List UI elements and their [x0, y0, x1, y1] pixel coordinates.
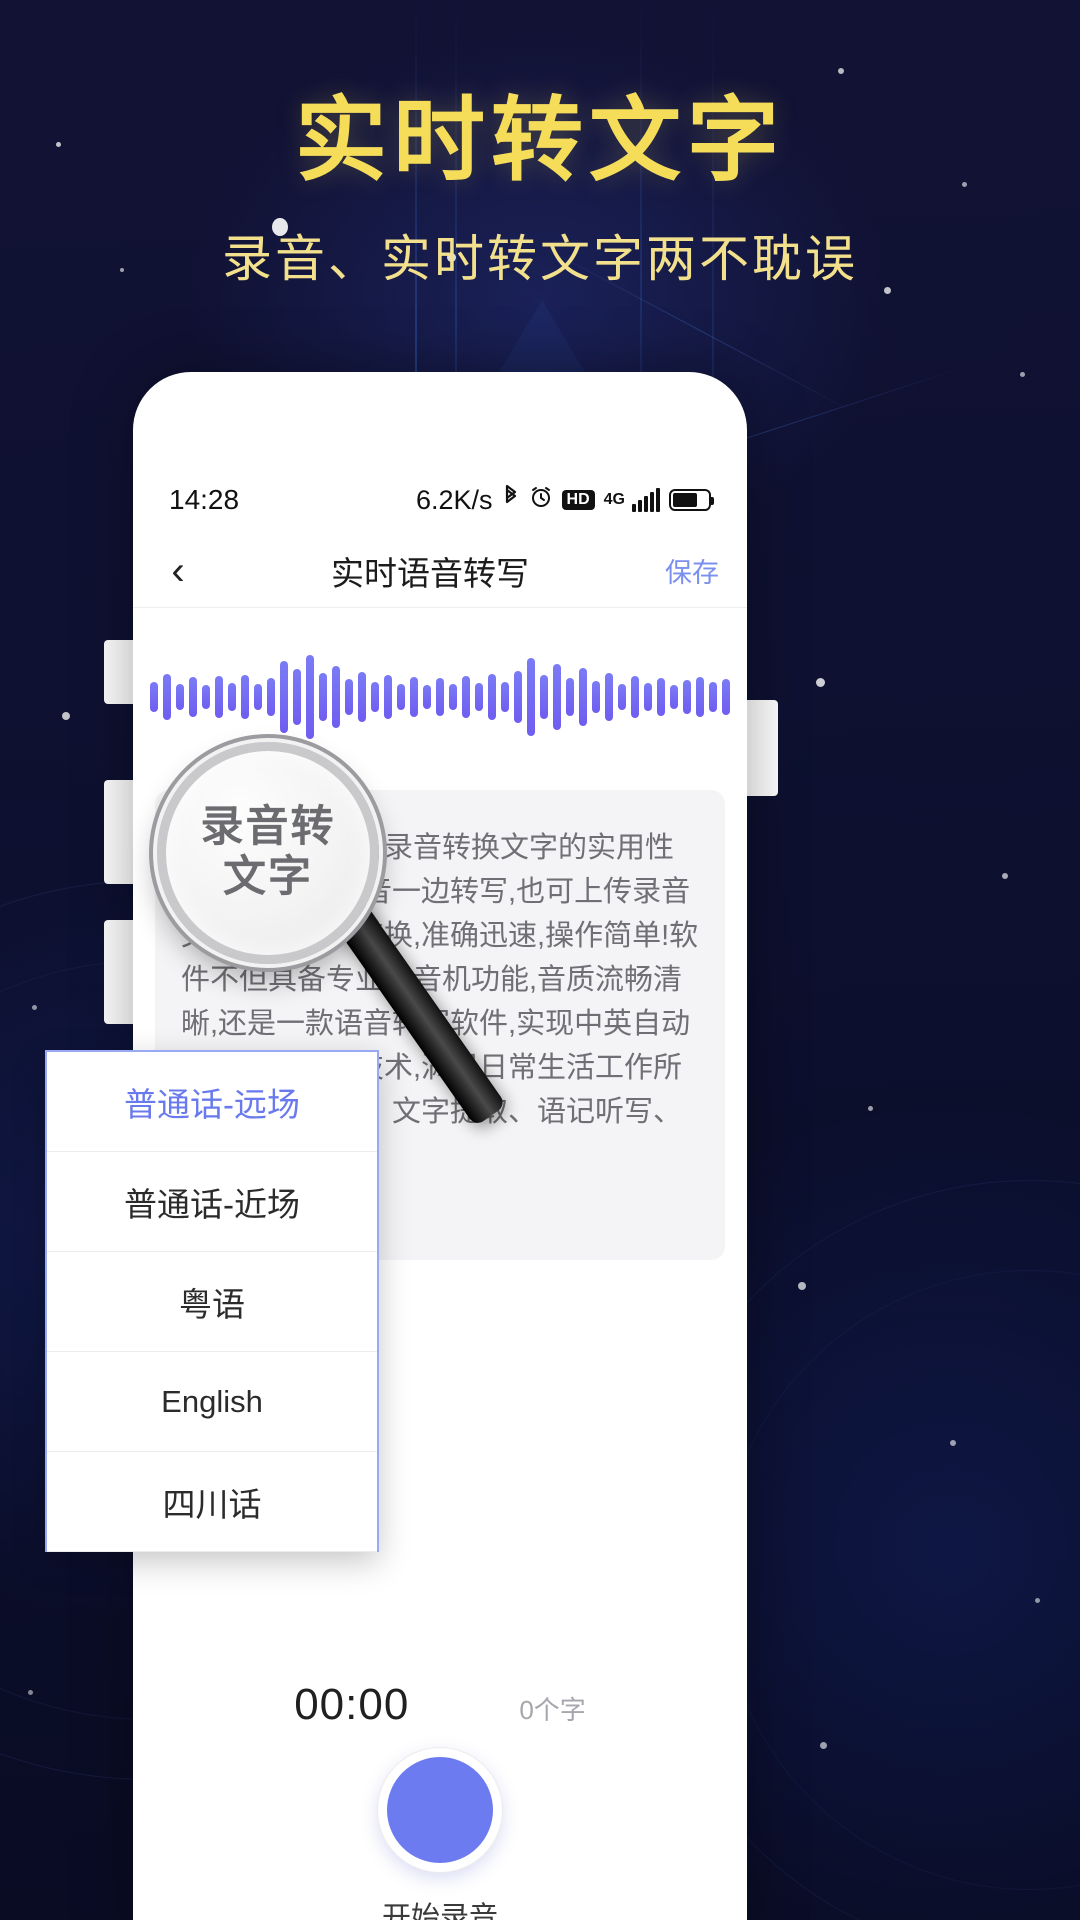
- waveform-bar: [462, 676, 470, 718]
- waveform-bar: [540, 675, 548, 719]
- hd-badge: HD: [561, 490, 595, 510]
- network-type-label: 4G: [603, 491, 625, 508]
- star: [1002, 873, 1008, 879]
- dropdown-item[interactable]: 粤语: [47, 1252, 377, 1352]
- screen-title: 实时语音转写: [331, 554, 529, 592]
- waveform-bar: [163, 674, 171, 720]
- record-button-label: 开始录音: [381, 1902, 498, 1920]
- waveform-bar: [189, 677, 197, 717]
- magnifier-label-line2: 文字: [223, 853, 313, 901]
- star: [62, 712, 70, 720]
- dropdown-item[interactable]: 普通话-远场: [47, 1052, 377, 1152]
- waveform-bar: [397, 684, 405, 710]
- dropdown-item[interactable]: 四川话: [47, 1452, 377, 1552]
- audio-waveform: [133, 642, 747, 752]
- magnifier-lens: 录音转 文字: [157, 742, 379, 964]
- waveform-bar: [254, 684, 262, 710]
- waveform-bar: [202, 685, 210, 709]
- waveform-bar: [618, 684, 626, 710]
- waveform-bar: [527, 658, 535, 736]
- timer-row: 00:00 0个字: [133, 1680, 747, 1730]
- waveform-bar: [475, 683, 483, 711]
- star: [32, 1005, 37, 1010]
- star: [28, 1690, 33, 1695]
- waveform-bar: [358, 672, 366, 722]
- star: [1035, 1598, 1040, 1603]
- signal-bars-icon: [632, 488, 660, 512]
- bluetooth-icon: [502, 484, 520, 517]
- waveform-bar: [579, 668, 587, 726]
- waveform-bar: [709, 682, 717, 712]
- waveform-bar: [722, 679, 730, 715]
- save-button[interactable]: 保存: [637, 551, 747, 590]
- waveform-bar: [436, 678, 444, 716]
- record-button[interactable]: [378, 1748, 502, 1872]
- waveform-bar: [657, 678, 665, 716]
- waveform-bar: [306, 655, 314, 739]
- waveform-bar: [501, 682, 509, 712]
- star: [1020, 372, 1025, 377]
- waveform-bar: [332, 666, 340, 728]
- battery-icon: [669, 489, 714, 511]
- waveform-bar: [670, 685, 678, 709]
- waveform-bar: [228, 683, 236, 711]
- waveform-bar: [449, 684, 457, 710]
- star: [798, 1282, 806, 1290]
- waveform-bar: [267, 678, 275, 716]
- magnifier-label: 录音转 文字: [201, 803, 336, 903]
- waveform-bar: [384, 675, 392, 719]
- language-dropdown[interactable]: 普通话-远场 普通话-近场 粤语 English 四川话: [45, 1050, 379, 1552]
- waveform-bar: [345, 679, 353, 715]
- waveform-bar: [423, 685, 431, 709]
- waveform-bar: [410, 677, 418, 717]
- waveform-bar: [566, 678, 574, 716]
- waveform-bar: [605, 673, 613, 721]
- waveform-bar: [280, 661, 288, 733]
- status-bar: 14:28 6.2K/s HD 4G: [133, 472, 747, 528]
- app-nav-bar: ‹ 实时语音转写 保存: [133, 534, 747, 608]
- waveform-bar: [631, 676, 639, 718]
- word-count-label: 0个字: [519, 1695, 586, 1725]
- waveform-bar: [553, 664, 561, 730]
- waveform-bar: [683, 680, 691, 714]
- star: [816, 678, 825, 687]
- waveform-bar: [150, 682, 158, 712]
- waveform-bar: [371, 682, 379, 712]
- waveform-bar: [215, 676, 223, 718]
- page-title: 实时转文字: [294, 90, 785, 192]
- page-subtitle: 录音、实时转文字两不耽误: [222, 231, 858, 288]
- dropdown-item[interactable]: English: [47, 1352, 377, 1452]
- network-speed-label: 6.2K/s: [416, 484, 493, 515]
- back-chevron-icon[interactable]: ‹: [133, 551, 223, 591]
- waveform-bar: [319, 673, 327, 721]
- star: [868, 1106, 873, 1111]
- waveform-bar: [696, 677, 704, 717]
- phone-power-button: [742, 700, 778, 796]
- waveform-bar: [514, 671, 522, 723]
- waveform-bar: [592, 681, 600, 713]
- waveform-bar: [644, 683, 652, 711]
- waveform-bar: [488, 674, 496, 720]
- promo-headline: 实时转文字 录音、实时转文字两不耽误: [0, 90, 1080, 291]
- star: [820, 1742, 827, 1749]
- status-time: 14:28: [169, 484, 240, 515]
- recording-timer: 00:00: [294, 1680, 410, 1729]
- recorder-footer: 00:00 0个字 开始录音: [133, 1632, 747, 1920]
- alarm-clock-icon: [529, 484, 553, 516]
- waveform-bar: [293, 669, 301, 725]
- magnifier-label-line1: 录音转: [200, 803, 336, 852]
- waveform-bar: [176, 684, 184, 710]
- star: [950, 1440, 956, 1446]
- waveform-bar: [241, 675, 249, 719]
- star: [838, 68, 844, 74]
- dropdown-item[interactable]: 普通话-近场: [47, 1152, 377, 1252]
